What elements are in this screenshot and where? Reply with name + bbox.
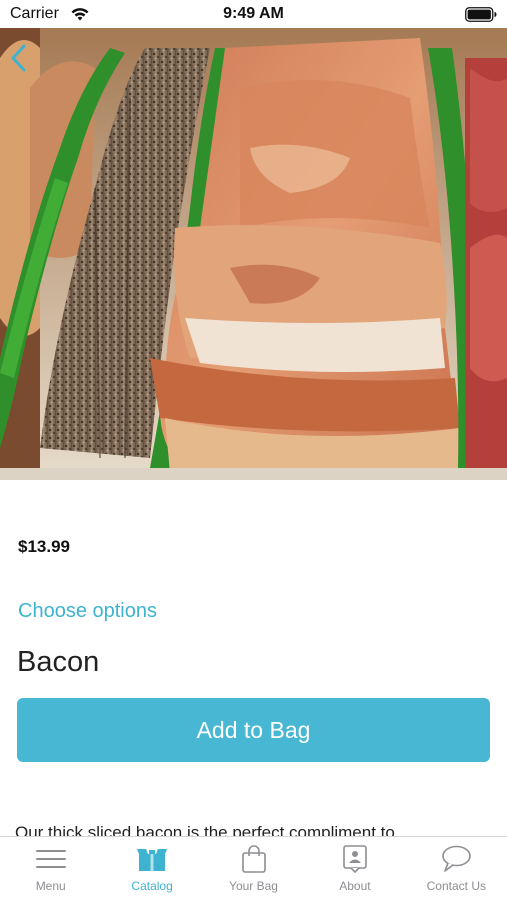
clock: 9:49 AM — [223, 5, 284, 22]
tab-catalog-label: Catalog — [131, 879, 173, 893]
product-title: Bacon — [17, 646, 100, 678]
status-bar: Carrier 9:49 AM — [0, 0, 507, 28]
menu-icon — [34, 845, 68, 873]
tab-contact-us-label: Contact Us — [426, 879, 486, 893]
add-to-bag-button[interactable]: Add to Bag — [17, 698, 490, 762]
product-price: $13.99 — [18, 537, 70, 556]
tab-your-bag-label: Your Bag — [229, 879, 278, 893]
tab-contact-us[interactable]: Contact Us — [406, 837, 507, 900]
tab-about[interactable]: About — [304, 837, 405, 900]
tab-your-bag[interactable]: Your Bag — [203, 837, 304, 900]
chat-icon — [439, 845, 473, 873]
tab-menu-label: Menu — [35, 879, 66, 893]
tab-catalog[interactable]: Catalog — [101, 837, 202, 900]
battery-icon — [465, 7, 497, 22]
bag-icon — [237, 845, 271, 873]
back-chevron-icon[interactable] — [6, 40, 32, 76]
product-image — [0, 28, 507, 480]
tab-bar: Menu Catalog Your Bag About Contact Us — [0, 836, 507, 900]
tab-about-label: About — [339, 879, 371, 893]
product-description: Our thick sliced bacon is the perfect co… — [15, 823, 395, 836]
choose-options-link[interactable]: Choose options — [18, 600, 157, 623]
tab-menu[interactable]: Menu — [0, 837, 101, 900]
catalog-icon — [135, 845, 169, 873]
about-icon — [338, 845, 372, 873]
